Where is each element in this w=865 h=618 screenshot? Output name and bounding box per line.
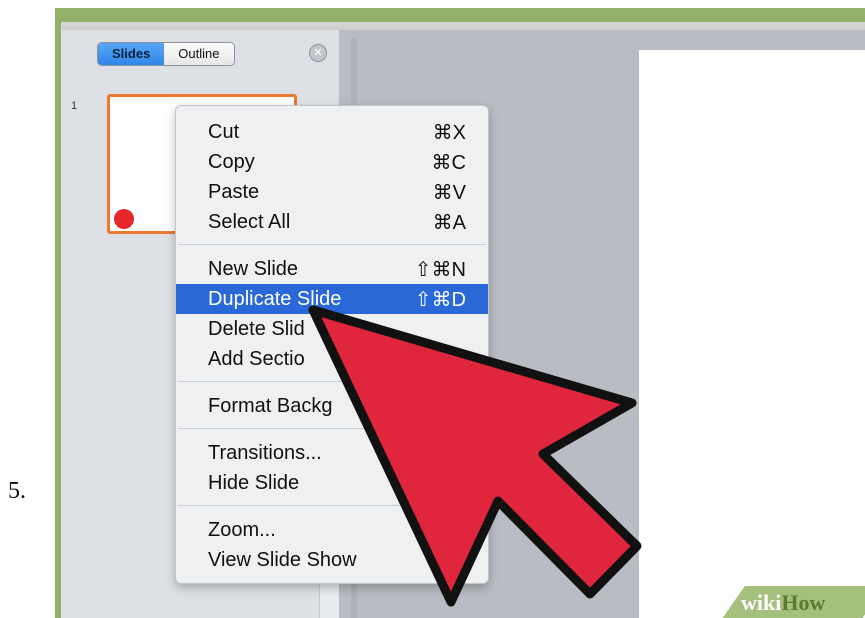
menu-separator	[178, 505, 486, 506]
menu-item-copy[interactable]: Copy ⌘C	[176, 147, 488, 177]
menu-item-delete-slid[interactable]: Delete Slid	[176, 314, 488, 344]
menu-item-label: Zoom...	[208, 518, 276, 541]
menu-item-select-all[interactable]: Select All ⌘A	[176, 207, 488, 237]
menu-separator	[178, 381, 486, 382]
menu-item-label: Delete Slid	[208, 317, 305, 340]
tab-outline[interactable]: Outline	[164, 43, 234, 65]
menu-item-label: Copy	[208, 150, 255, 173]
menu-item-cut[interactable]: Cut ⌘X	[176, 117, 488, 147]
menu-item-shortcut: ⇧⌘D	[414, 288, 466, 311]
tab-slides[interactable]: Slides	[98, 43, 165, 65]
slide-canvas[interactable]	[639, 50, 865, 618]
menu-item-label: Paste	[208, 180, 260, 203]
menu-item-shortcut: ⌘V	[432, 181, 466, 204]
menu-item-hide-slide[interactable]: Hide Slide	[176, 468, 488, 498]
close-circle-icon[interactable]: ✕	[309, 44, 327, 62]
panel-view-switcher: Slides Outline	[97, 42, 235, 66]
menu-item-shortcut: ⌘C	[431, 151, 466, 174]
menu-item-label: Select All	[208, 210, 291, 233]
menu-separator	[178, 244, 486, 245]
menu-separator	[178, 428, 486, 429]
menu-item-shortcut: ⌘X	[432, 121, 466, 144]
menu-item-label: Duplicate Slide	[208, 287, 342, 310]
menu-item-shortcut: ⇧⌘N	[414, 258, 466, 281]
wikihow-logo: wikiHow	[741, 590, 826, 615]
menu-item-label: Format Backg	[208, 394, 333, 417]
menu-item-label: Add Sectio	[208, 347, 305, 370]
thumbnail-red-dot	[114, 209, 134, 229]
menu-item-new-slide[interactable]: New Slide ⇧⌘N	[176, 254, 488, 284]
screenshot: Slides Outline ✕ 1 Cut ⌘X Copy ⌘C Paste ⌘V Sel…	[55, 8, 865, 618]
menu-item-label: New Slide	[208, 257, 299, 280]
context-menu: Cut ⌘X Copy ⌘C Paste ⌘V Select All ⌘A New Slide ⇧…	[175, 105, 489, 584]
step-number: 5.	[8, 478, 26, 504]
menu-item-label: Cut	[208, 120, 240, 143]
menu-item-transitions[interactable]: Transitions...	[176, 438, 488, 468]
menu-item-duplicate-slide[interactable]: Duplicate Slide ⇧⌘D	[176, 284, 488, 314]
menu-item-paste[interactable]: Paste ⌘V	[176, 177, 488, 207]
menu-item-label: View Slide Show	[208, 548, 357, 571]
menu-item-format-backg[interactable]: Format Backg	[176, 391, 488, 421]
menu-item-shortcut: ⌘A	[432, 211, 466, 234]
menu-item-view-slide-show[interactable]: View Slide Show	[176, 545, 488, 575]
menu-item-zoom[interactable]: Zoom...	[176, 515, 488, 545]
menu-item-add-sectio[interactable]: Add Sectio	[176, 344, 488, 374]
slide-number: 1	[71, 100, 78, 112]
menu-item-label: Hide Slide	[208, 471, 300, 494]
menu-item-label: Transitions...	[208, 441, 322, 464]
